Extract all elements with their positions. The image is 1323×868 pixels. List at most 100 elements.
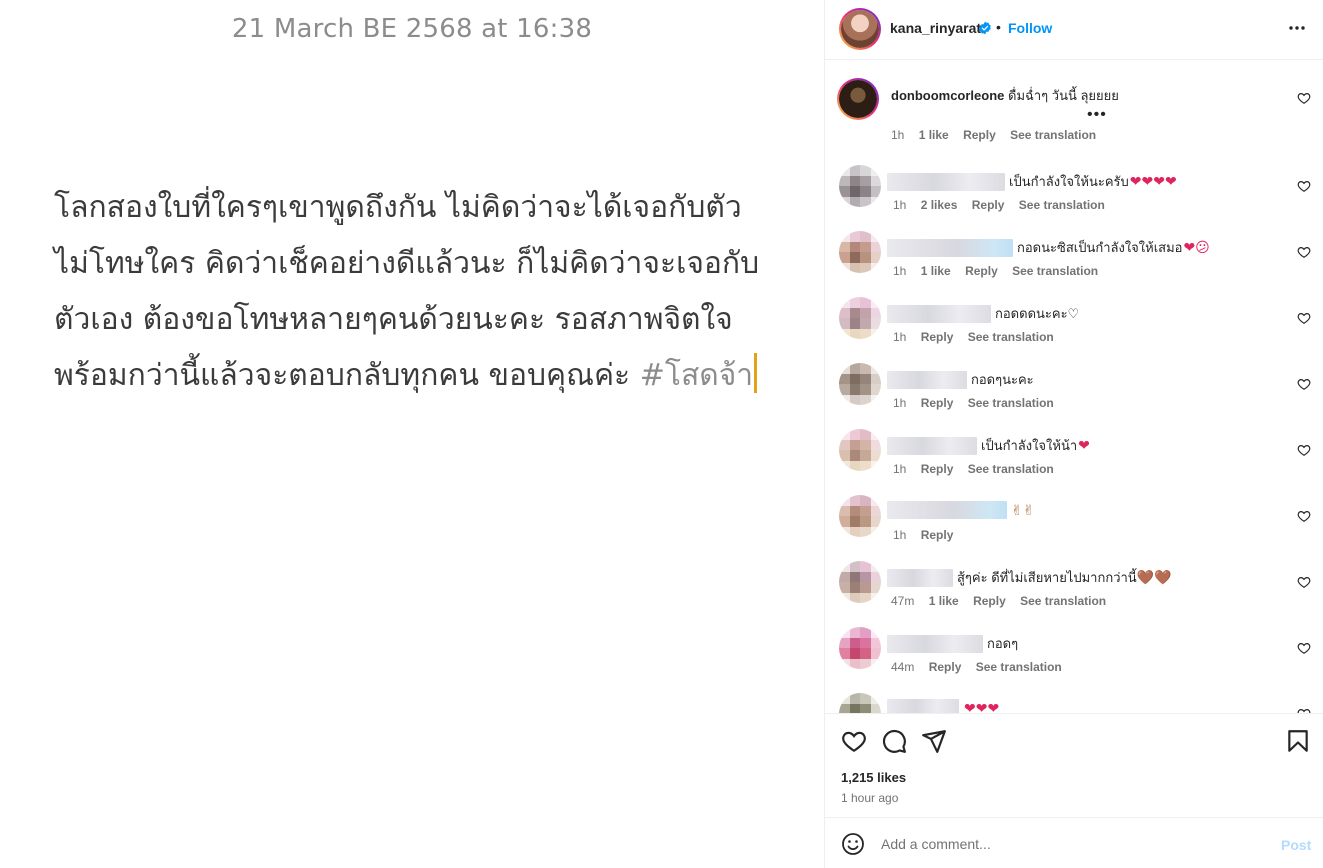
see-translation-button[interactable]: See translation	[1019, 198, 1105, 212]
comment-text: ❤❤❤	[887, 699, 999, 713]
avatar[interactable]	[839, 693, 881, 713]
comment-username[interactable]	[887, 304, 991, 323]
avatar[interactable]	[839, 165, 881, 207]
comment-item: กอดๆ 44m Reply See translation	[825, 627, 1323, 693]
follow-button[interactable]: Follow	[1008, 20, 1052, 36]
reply-button[interactable]: Reply	[929, 660, 962, 674]
comment-username[interactable]: donboomcorleone	[891, 88, 1004, 103]
comment-text: กอดนะซิสเป็นกำลังใจให้เสมอ ❤😕	[887, 237, 1210, 258]
heart-outline-icon[interactable]	[1297, 575, 1311, 589]
post-image: 21 March BE 2568 at 16:38 โลกสองใบที่ใคร…	[0, 0, 824, 868]
heart-outline-icon[interactable]	[1297, 91, 1311, 105]
emoji-smiley-icon[interactable]	[841, 832, 865, 856]
comment-username[interactable]	[887, 699, 959, 713]
comment-body: สู้ๆค่ะ ดีที่ไม่เสียหายไปมากกว่านี้	[957, 570, 1137, 585]
comment-emoji: 🤎🤎	[1136, 569, 1172, 585]
see-translation-button[interactable]: See translation	[968, 462, 1054, 476]
comment-time: 1h	[893, 396, 907, 410]
avatar[interactable]	[839, 363, 881, 405]
note-body: โลกสองใบที่ใครๆเขาพูดถึงกัน ไม่คิดว่าจะไ…	[54, 180, 794, 404]
comments-list[interactable]: donboomcorleone ดื่มฉ่ำๆ วันนี้ ลุยยยย •…	[825, 61, 1323, 713]
comment-time: 1h	[893, 462, 907, 476]
author-username[interactable]: kana_rinyarat	[890, 20, 981, 36]
more-options-icon[interactable]	[1287, 18, 1307, 38]
comment-likes[interactable]: 1 like	[921, 264, 951, 278]
bookmark-icon[interactable]	[1285, 728, 1311, 754]
comment-username[interactable]	[887, 370, 967, 389]
heart-outline-icon[interactable]	[841, 728, 867, 754]
comment-username[interactable]	[887, 634, 983, 653]
reply-button[interactable]: Reply	[921, 462, 954, 476]
avatar[interactable]	[837, 78, 879, 120]
comment-likes[interactable]: 1 like	[919, 128, 949, 142]
avatar[interactable]	[839, 627, 881, 669]
comment-emoji: ✌✌	[1011, 501, 1035, 518]
comment-username[interactable]	[887, 568, 953, 587]
see-translation-button[interactable]: See translation	[1010, 128, 1096, 142]
reply-button[interactable]: Reply	[973, 594, 1006, 608]
reply-button[interactable]: Reply	[921, 528, 954, 542]
heart-outline-icon[interactable]	[1297, 509, 1311, 523]
post-time: 1 hour ago	[841, 791, 899, 805]
comment-emoji: ❤😕	[1183, 239, 1210, 255]
comment-likes[interactable]: 1 like	[929, 594, 959, 608]
reply-button[interactable]: Reply	[965, 264, 998, 278]
note-hashtag: #โสดจ้า	[639, 358, 754, 393]
post-button[interactable]: Post	[1281, 837, 1311, 853]
post-side-panel: kana_rinyarat • Follow donboomcorleone ด…	[824, 0, 1323, 868]
comment-emoji: ❤	[1078, 437, 1090, 453]
avatar[interactable]	[839, 495, 881, 537]
comment-username[interactable]	[887, 436, 977, 455]
heart-outline-icon[interactable]	[1297, 245, 1311, 259]
comment-meta: 1h 1 like Reply See translation	[893, 264, 1109, 278]
comment-emoji: ❤❤❤❤	[1129, 173, 1177, 189]
comment-meta: 44m Reply See translation	[891, 660, 1073, 674]
reply-button[interactable]: Reply	[972, 198, 1005, 212]
see-translation-button[interactable]: See translation	[968, 330, 1054, 344]
comment-time: 1h	[893, 264, 907, 278]
more-text-ellipsis[interactable]: •••	[1087, 106, 1107, 124]
see-translation-button[interactable]: See translation	[1012, 264, 1098, 278]
comment-text: ✌✌	[887, 501, 1034, 519]
reply-button[interactable]: Reply	[921, 330, 954, 344]
paper-plane-icon[interactable]	[921, 728, 947, 754]
comment-time: 1h	[893, 198, 907, 212]
avatar[interactable]	[839, 297, 881, 339]
reply-button[interactable]: Reply	[963, 128, 996, 142]
comment-item: ✌✌ 1h Reply	[825, 495, 1323, 561]
post-actions: 1,215 likes 1 hour ago	[825, 713, 1323, 817]
comment-bubble-icon[interactable]	[881, 728, 907, 754]
comment-meta: 1h Reply See translation	[893, 330, 1065, 344]
reply-button[interactable]: Reply	[921, 396, 954, 410]
comment-body: เป็นกำลังใจให้น้า	[981, 438, 1078, 453]
avatar[interactable]	[839, 231, 881, 273]
comment-meta: 1h Reply See translation	[893, 462, 1065, 476]
comment-username[interactable]	[887, 172, 1005, 191]
comment-time: 1h	[893, 330, 907, 344]
heart-outline-icon[interactable]	[1297, 179, 1311, 193]
comment-time: 1h	[891, 128, 905, 142]
heart-outline-icon[interactable]	[1297, 443, 1311, 457]
heart-outline-icon[interactable]	[1297, 377, 1311, 391]
comment-likes[interactable]: 2 likes	[921, 198, 958, 212]
comment-text: เป็นกำลังใจให้น้า ❤	[887, 435, 1090, 456]
likes-count[interactable]: 1,215 likes	[841, 770, 906, 785]
see-translation-button[interactable]: See translation	[1020, 594, 1106, 608]
comment-time: 44m	[891, 660, 915, 674]
comment-item: เป็นกำลังใจให้นะครับ ❤❤❤❤ 1h 2 likes Repl…	[825, 165, 1323, 231]
comment-username[interactable]	[887, 501, 1007, 519]
avatar[interactable]	[839, 429, 881, 471]
comment-body: กอดๆ	[987, 636, 1019, 651]
separator-dot: •	[996, 19, 1001, 35]
comment-input[interactable]	[881, 830, 1261, 858]
comment-time: 1h	[893, 528, 907, 542]
author-avatar[interactable]	[839, 8, 881, 50]
avatar[interactable]	[839, 561, 881, 603]
see-translation-button[interactable]: See translation	[968, 396, 1054, 410]
heart-outline-icon[interactable]	[1297, 311, 1311, 325]
comment-username[interactable]	[887, 238, 1013, 257]
add-comment-bar: Post	[825, 817, 1323, 868]
see-translation-button[interactable]: See translation	[976, 660, 1062, 674]
heart-outline-icon[interactable]	[1297, 641, 1311, 655]
comment-body: ดื่มฉ่ำๆ วันนี้ ลุยยยย	[1008, 88, 1119, 103]
